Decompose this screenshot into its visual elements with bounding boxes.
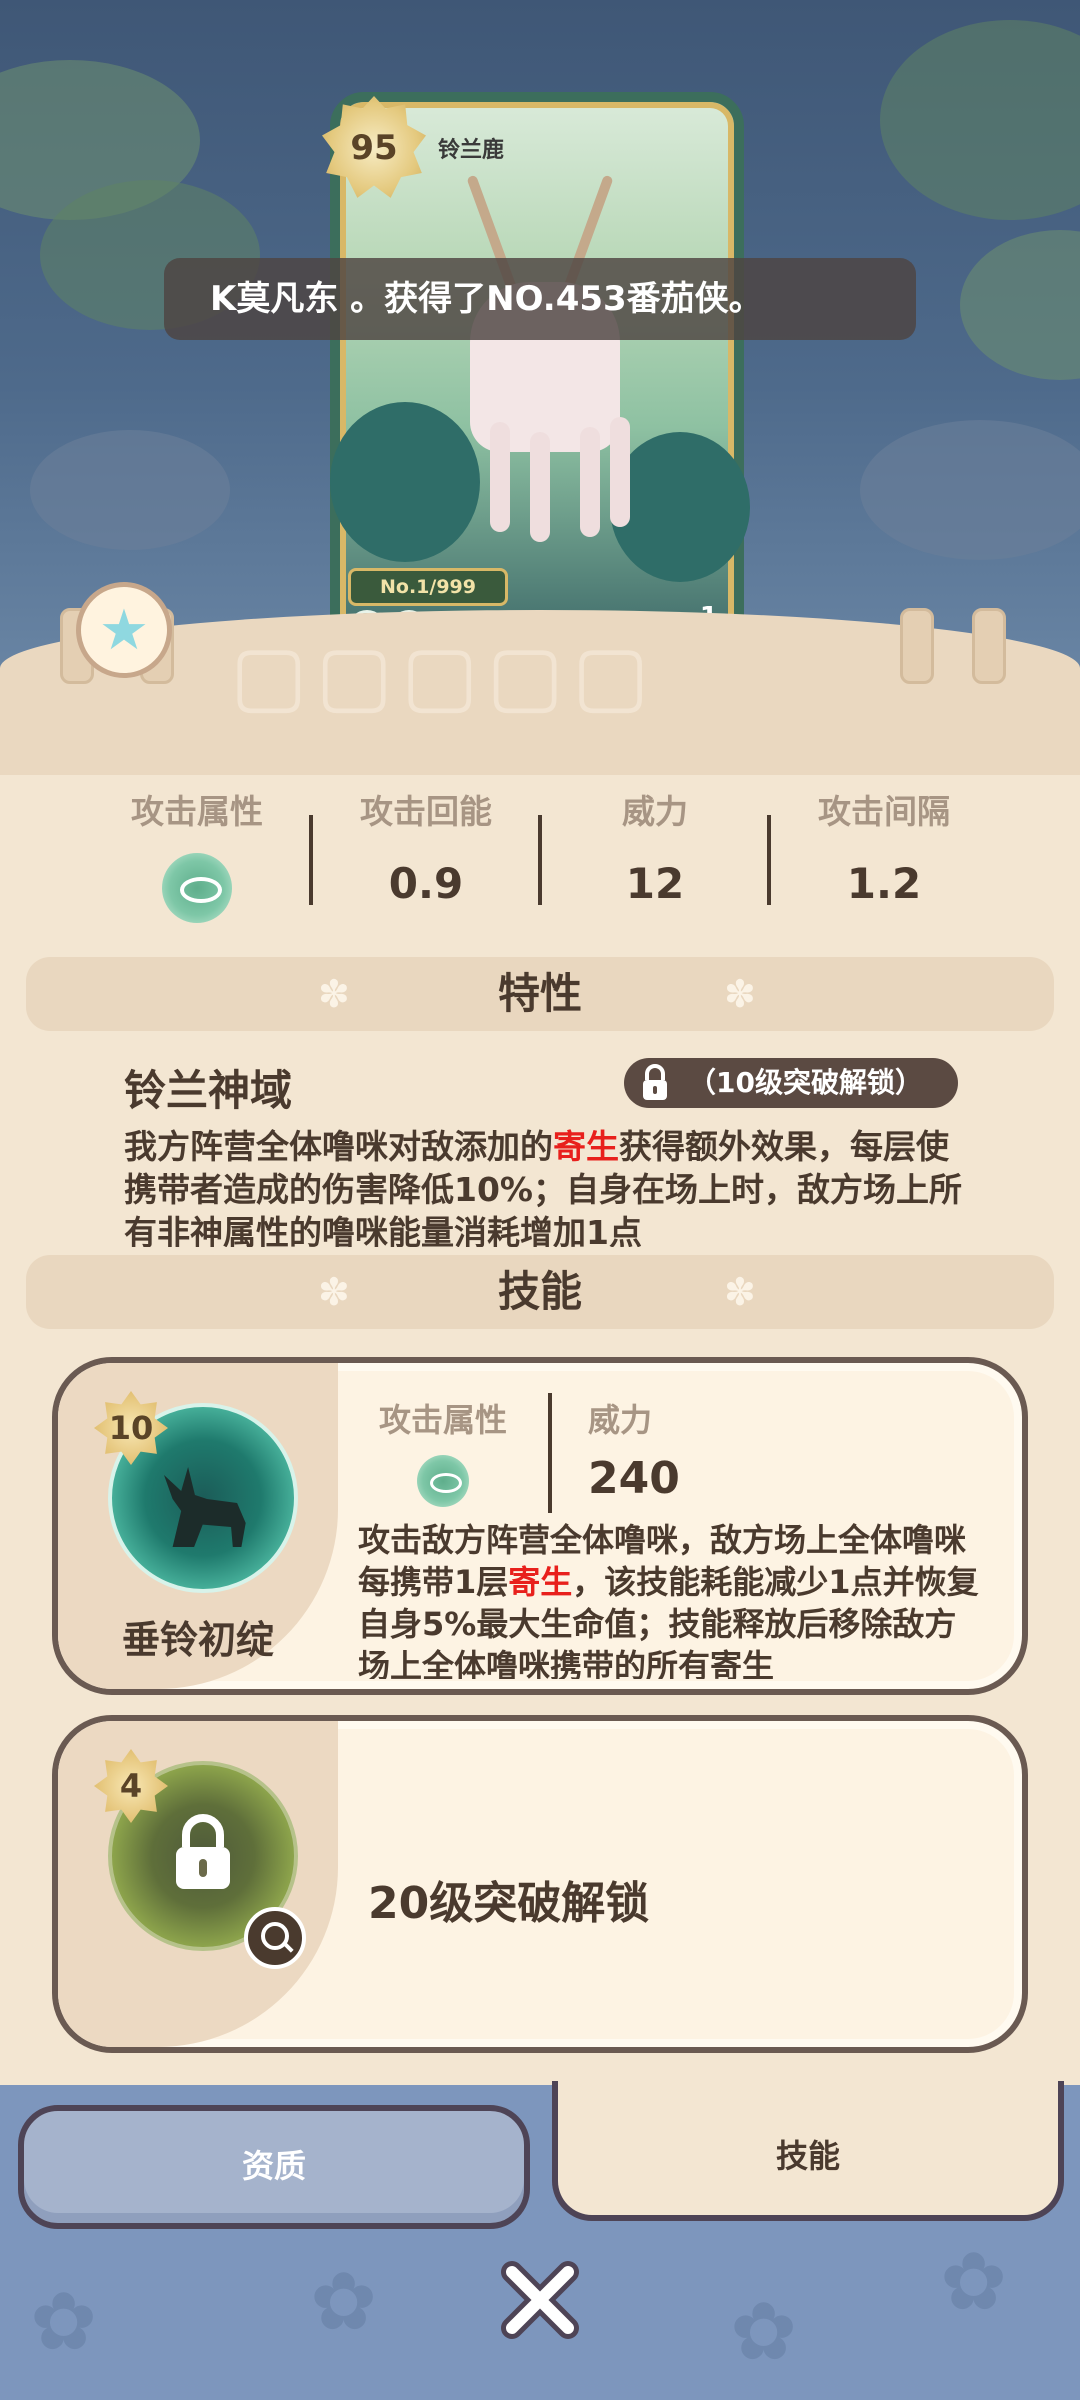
deer-leg — [580, 427, 600, 537]
paw-icon: ✽ — [724, 972, 756, 1016]
unlock-requirement: 20级突破解锁 — [368, 1878, 650, 1929]
lock-label: （10级突破解锁） — [688, 1066, 923, 1099]
bottom-bar: ✿ ✿ ✿ ✿ 资质 技能 — [0, 2081, 1080, 2400]
tab-aptitude[interactable]: 资质 — [18, 2105, 530, 2229]
skill-power: 威力 240 — [588, 1395, 738, 1504]
paw-icon: ✽ — [318, 972, 350, 1016]
section-title: 技能 — [497, 1267, 582, 1316]
cloud — [30, 430, 230, 550]
stat-value: 1.2 — [846, 859, 922, 908]
stat-label: 攻击间隔 — [818, 792, 950, 831]
stat-label: 攻击回能 — [360, 792, 492, 831]
skill-stat-label: 威力 — [588, 1401, 653, 1439]
detail-panel: 攻击属性 攻击回能 0.9 威力 12 攻击间隔 1.2 ✽ 特性 ✽ 铃兰神域 — [0, 775, 1080, 2085]
broadcast-toast: K莫凡东 。获得了NO.453番茄侠。 — [164, 258, 916, 340]
trait-desc-highlight: 寄生 — [553, 1127, 619, 1166]
cloud — [960, 230, 1080, 380]
skill-card[interactable]: 10 垂铃初绽 攻击属性 威力 240 攻击敌方阵营全体噜咪，敌方场上全体噜咪每… — [52, 1357, 1028, 1695]
stats-row: 攻击属性 攻击回能 0.9 威力 12 攻击间隔 1.2 — [0, 775, 1080, 925]
section-title: 特性 — [497, 969, 582, 1018]
tab-skills[interactable]: 技能 — [552, 2081, 1064, 2221]
stat-energy-regen: 攻击回能 0.9 — [311, 785, 541, 908]
stat-value: 0.9 — [388, 859, 464, 908]
favorite-star-button[interactable]: ★ — [76, 582, 172, 678]
ledge-decoration: ▢▢▢▢▢ — [230, 628, 658, 723]
fence-post — [900, 608, 934, 684]
stat-attack-interval: 攻击间隔 1.2 — [769, 785, 999, 908]
card-serial-ribbon: No.1/999 — [348, 568, 508, 606]
trait-section-header: ✽ 特性 ✽ — [26, 957, 1054, 1031]
paw-icon: ✽ — [318, 1270, 350, 1314]
lock-icon — [643, 1064, 667, 1100]
divider — [548, 1393, 552, 1513]
skill-desc-highlight: 寄生 — [508, 1563, 573, 1601]
stat-attack-attribute: 攻击属性 — [82, 785, 312, 923]
star-icon: ★ — [98, 597, 150, 663]
deer-leg — [490, 422, 510, 532]
trait-desc-text: 我方阵营全体噜咪对敌添加的 — [124, 1127, 553, 1166]
lock-icon — [176, 1814, 230, 1889]
paw-decoration: ✿ — [30, 2275, 98, 2368]
trait-description: 我方阵营全体噜咪对敌添加的寄生获得额外效果，每层使携带者造成的伤害降低10%；自… — [124, 1125, 964, 1247]
cloud — [880, 20, 1080, 220]
stat-value: 12 — [625, 859, 685, 908]
skill-name: 垂铃初绽 — [121, 1618, 274, 1662]
attribute-icon — [162, 853, 232, 923]
trait-lock-badge: （10级突破解锁） — [624, 1058, 958, 1108]
deer-leg — [530, 432, 550, 542]
level-value: 95 — [350, 128, 398, 168]
close-icon[interactable] — [498, 2258, 582, 2342]
trait-name: 铃兰神域 — [124, 1066, 293, 1115]
locked-skill-card[interactable]: 4 20级突破解锁 — [52, 1715, 1028, 2053]
skills-section-header: ✽ 技能 ✽ — [26, 1255, 1054, 1329]
paw-decoration: ✿ — [310, 2255, 378, 2348]
attribute-icon — [417, 1455, 469, 1507]
deer-silhouette-icon — [164, 1467, 246, 1547]
tab-label: 资质 — [241, 2147, 306, 2185]
paw-decoration: ✿ — [730, 2285, 798, 2378]
foliage-decoration — [330, 402, 480, 562]
stat-label: 攻击属性 — [131, 792, 263, 831]
paw-decoration: ✿ — [940, 2235, 1008, 2328]
card-character-name: 铃兰鹿 — [438, 138, 505, 163]
foliage-decoration — [610, 432, 750, 582]
stat-power: 威力 12 — [540, 785, 770, 908]
skill-stat-label: 攻击属性 — [378, 1401, 507, 1439]
skill-level: 10 — [108, 1409, 154, 1447]
deer-leg — [610, 417, 630, 527]
skill-description: 攻击敌方阵营全体噜咪，敌方场上全体噜咪每携带1层寄生，该技能耗能减少1点并恢复自… — [358, 1519, 988, 1679]
skill-attack-attribute: 攻击属性 — [358, 1395, 528, 1507]
fence-post — [972, 608, 1006, 684]
cloud — [860, 420, 1080, 560]
magnifier-icon[interactable] — [244, 1907, 306, 1969]
stat-label: 威力 — [622, 792, 688, 831]
skill-level: 4 — [119, 1767, 143, 1805]
skill-stat-value: 240 — [588, 1453, 680, 1504]
paw-icon: ✽ — [724, 1270, 756, 1314]
tab-label: 技能 — [775, 2137, 840, 2175]
